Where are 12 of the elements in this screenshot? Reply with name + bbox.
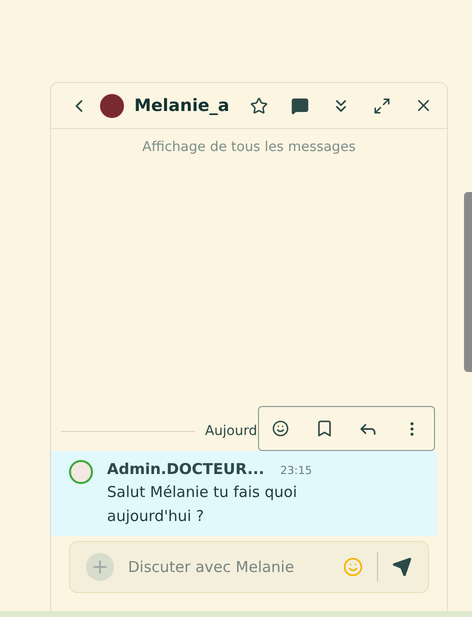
message-input[interactable]: Discuter avec Melanie bbox=[126, 557, 329, 577]
avatar bbox=[100, 94, 124, 118]
message-composer[interactable]: Discuter avec Melanie bbox=[69, 541, 429, 593]
message-author: Admin.DOCTEUR... bbox=[107, 460, 264, 478]
scrollbar-thumb[interactable] bbox=[464, 192, 472, 372]
contact-name: Melanie_a bbox=[134, 96, 230, 116]
send-icon[interactable] bbox=[390, 555, 414, 579]
message-text: Salut Mélanie tu fais quoi aujourd'hui ? bbox=[107, 482, 298, 527]
avatar bbox=[69, 460, 93, 484]
date-divider-text: Aujourd bbox=[205, 423, 258, 439]
notice-text: Affichage de tous les messages bbox=[141, 139, 357, 155]
message-time: 23:15 bbox=[280, 464, 312, 477]
